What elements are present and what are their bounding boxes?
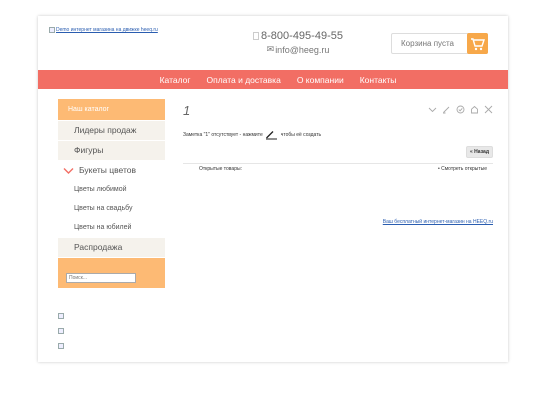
- main-navigation: Каталог Оплата и доставка О компании Кон…: [38, 70, 508, 89]
- page-title: 1: [183, 103, 191, 118]
- chevron-down-icon: [63, 167, 74, 174]
- close-icon[interactable]: [484, 105, 493, 114]
- email-address[interactable]: ✉ info@heeg.ru: [228, 44, 368, 55]
- sidebar-item-sale[interactable]: Распродажа: [58, 238, 165, 257]
- note-title-row: 1: [183, 99, 493, 121]
- chevron-down-icon[interactable]: [428, 105, 437, 114]
- catalog-heading: Наш каталог: [58, 99, 165, 120]
- sidebar-item-label: Букеты цветов: [79, 165, 137, 175]
- phone-text: 8-800-495-49-55: [261, 30, 343, 42]
- view-open-link[interactable]: • Смотреть открытые: [438, 166, 487, 172]
- site-logo-link[interactable]: Demo интернет магазина на движке heeq.ru: [49, 27, 158, 33]
- notice-text-after: чтобы её создать: [280, 132, 322, 138]
- sidebar-subitem-anniversary[interactable]: Цветы на юбилей: [58, 218, 165, 237]
- email-text: info@heeg.ru: [275, 44, 330, 55]
- notice-text-before: Заметка "1" отсутствует - нажмите: [183, 132, 263, 138]
- pencil-icon[interactable]: [265, 130, 279, 140]
- sidebar-search: [58, 258, 165, 288]
- sidebar-banners: [58, 313, 64, 358]
- cart-icon: [467, 33, 488, 54]
- logo-alt-text: Demo интернет магазина на движке heeq.ru: [56, 27, 158, 33]
- check-circle-icon[interactable]: [456, 105, 465, 114]
- main-content: 1 Заметка "1" отсутствует - нажмите чтоб…: [183, 99, 493, 225]
- home-icon[interactable]: [470, 105, 479, 114]
- broken-image-icon: [49, 27, 55, 33]
- nav-payment-delivery[interactable]: Оплата и доставка: [206, 75, 280, 85]
- broken-image-icon: [58, 313, 64, 319]
- pencil-icon[interactable]: [442, 105, 451, 114]
- note-toolbar: [428, 105, 493, 114]
- view-open-label: Смотреть открытые: [441, 166, 487, 172]
- sidebar-item-bouquets[interactable]: Букеты цветов: [58, 161, 165, 180]
- page-container: Demo интернет магазина на движке heeq.ru…: [38, 16, 508, 362]
- divider: [183, 163, 493, 164]
- open-goods-row: Открытые товары: • Смотреть открытые: [183, 166, 493, 176]
- nav-catalog[interactable]: Каталог: [160, 75, 191, 85]
- cart-label: Корзина пуста: [401, 39, 454, 48]
- sidebar-subitem-beloved[interactable]: Цветы любимой: [58, 180, 165, 199]
- sidebar-item-bestsellers[interactable]: Лидеры продаж: [58, 121, 165, 140]
- phone-icon: [253, 32, 260, 40]
- back-label: Назад: [474, 149, 489, 155]
- phone-number: 8-800-495-49-55: [228, 30, 368, 42]
- open-goods-label: Открытые товары:: [199, 166, 242, 172]
- header: Demo интернет магазина на движке heeq.ru…: [38, 16, 508, 70]
- back-button[interactable]: « Назад: [466, 146, 493, 158]
- broken-image-icon: [58, 328, 64, 334]
- back-row: « Назад: [183, 146, 493, 160]
- cart-button[interactable]: Корзина пуста: [391, 33, 488, 54]
- broken-image-icon: [58, 343, 64, 349]
- nav-about[interactable]: О компании: [297, 75, 344, 85]
- catalog-sidebar: Наш каталог Лидеры продаж Фигуры Букеты …: [58, 99, 165, 288]
- mail-icon: ✉: [266, 44, 275, 54]
- nav-contacts[interactable]: Контакты: [360, 75, 397, 85]
- missing-note-notice: Заметка "1" отсутствует - нажмите чтобы …: [183, 130, 493, 140]
- header-contacts: 8-800-495-49-55 ✉ info@heeg.ru: [228, 30, 368, 55]
- sidebar-item-figures[interactable]: Фигуры: [58, 141, 165, 160]
- free-shop-link[interactable]: Ваш бесплатный интернет-магазин на HEEQ.…: [383, 219, 493, 225]
- sidebar-subitem-wedding[interactable]: Цветы на свадьбу: [58, 199, 165, 218]
- search-input[interactable]: [66, 273, 136, 283]
